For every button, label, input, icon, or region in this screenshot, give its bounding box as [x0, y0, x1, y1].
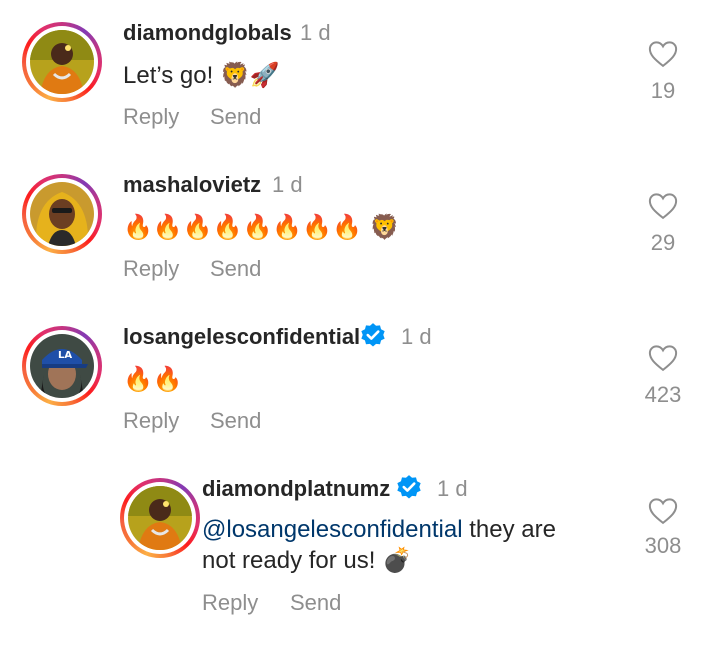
- send-button[interactable]: Send: [290, 590, 341, 616]
- heart-outline-icon[interactable]: [648, 192, 678, 220]
- comment-timestamp: 1 d: [272, 172, 303, 197]
- like-count: 19: [650, 78, 676, 103]
- heart-outline-icon[interactable]: [648, 497, 678, 525]
- comment-item: LA losangelesconfidential 1 d 🔥🔥 Reply S…: [0, 304, 720, 454]
- comment-username[interactable]: losangelesconfidential: [123, 324, 360, 350]
- reply-button[interactable]: Reply: [202, 590, 258, 616]
- like-count: 308: [644, 533, 682, 558]
- comment-emoji: 🔥🔥: [123, 365, 183, 393]
- send-button[interactable]: Send: [210, 408, 261, 434]
- comment-emoji: 💣: [382, 546, 412, 574]
- reply-button[interactable]: Reply: [123, 408, 179, 434]
- comment-text: 🔥🔥: [123, 364, 183, 395]
- comment-username[interactable]: mashalovietz: [123, 172, 261, 198]
- comment-username[interactable]: diamondplatnumz: [202, 476, 390, 502]
- comment-username[interactable]: diamondglobals: [123, 20, 292, 46]
- like-count: 423: [644, 382, 682, 407]
- heart-outline-icon[interactable]: [648, 40, 678, 68]
- svg-text:LA: LA: [58, 350, 72, 361]
- comment-text: 🔥🔥🔥🔥🔥🔥🔥🔥 🦁: [123, 212, 400, 243]
- avatar[interactable]: [22, 22, 102, 102]
- reply-button[interactable]: Reply: [123, 104, 179, 130]
- send-button[interactable]: Send: [210, 256, 261, 282]
- comment-item: mashalovietz 1 d 🔥🔥🔥🔥🔥🔥🔥🔥 🦁 Reply Send 2…: [0, 152, 720, 302]
- avatar[interactable]: [22, 174, 102, 254]
- avatar-image: [128, 486, 192, 550]
- comment-item: diamondglobals 1 d Let’s go! 🦁🚀 Reply Se…: [0, 0, 720, 150]
- comment-text-line1: they are: [462, 516, 556, 543]
- reply-item: diamondplatnumz 1 d @losangelesconfident…: [0, 456, 720, 645]
- comment-text: @losangelesconfidential they are not rea…: [202, 514, 622, 576]
- comment-timestamp: 1 d: [300, 20, 331, 45]
- verified-badge-icon: [361, 323, 385, 347]
- avatar-image: [30, 30, 94, 94]
- comment-text-line2: not ready for us!: [202, 547, 383, 574]
- comment-text-main: Let’s go!: [123, 62, 220, 89]
- send-button[interactable]: Send: [210, 104, 261, 130]
- like-count: 29: [650, 230, 676, 255]
- comment-timestamp: 1 d: [437, 476, 468, 501]
- heart-outline-icon[interactable]: [648, 344, 678, 372]
- comment-text: Let’s go! 🦁🚀: [123, 60, 280, 91]
- comment-timestamp: 1 d: [401, 324, 432, 349]
- avatar[interactable]: [120, 478, 200, 558]
- verified-badge-icon: [397, 475, 421, 499]
- comment-emoji: 🔥🔥🔥🔥🔥🔥🔥🔥 🦁: [123, 213, 400, 241]
- reply-button[interactable]: Reply: [123, 256, 179, 282]
- avatar-image: [30, 182, 94, 246]
- mention-link[interactable]: @losangelesconfidential: [202, 516, 463, 543]
- avatar[interactable]: LA: [22, 326, 102, 406]
- comment-emoji: 🦁🚀: [219, 61, 280, 89]
- avatar-image: LA: [30, 334, 94, 398]
